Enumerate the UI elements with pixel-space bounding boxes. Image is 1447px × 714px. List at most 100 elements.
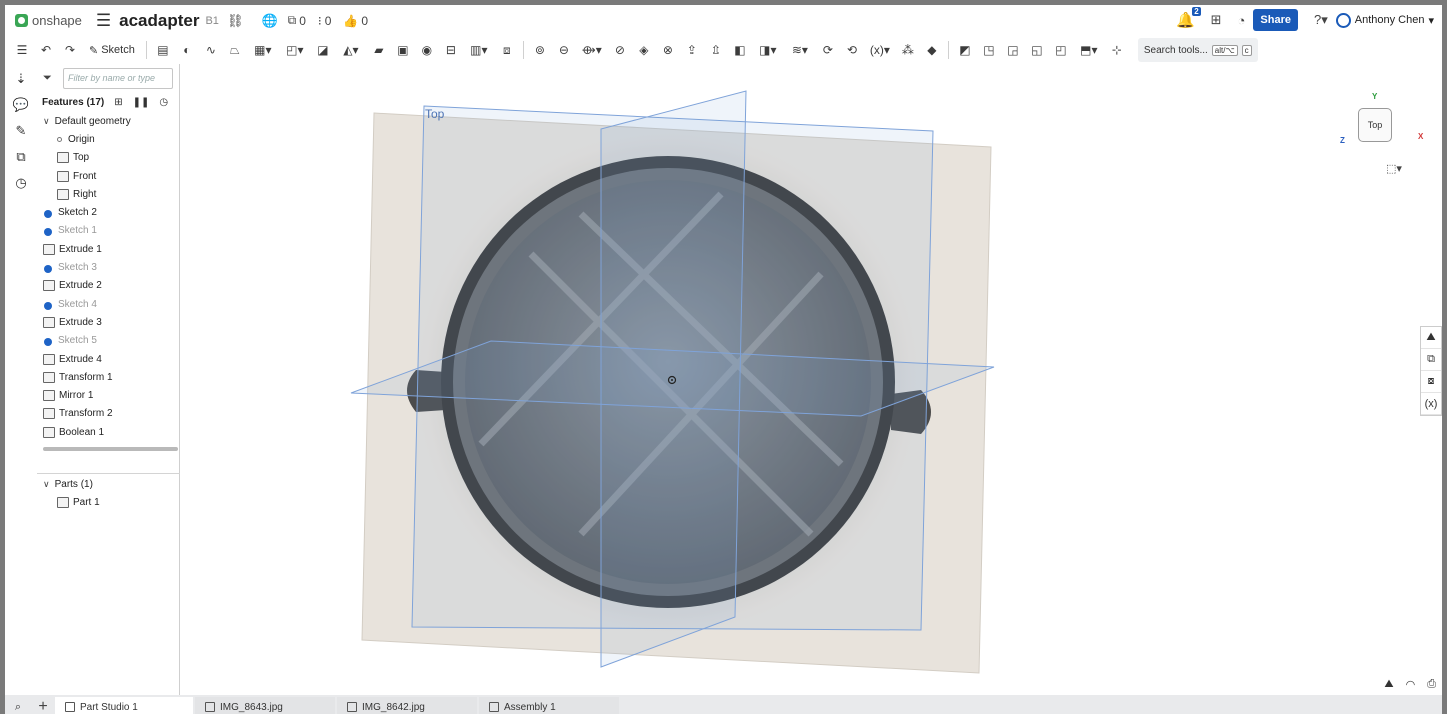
user-menu[interactable]: Anthony Chen ▾: [1335, 12, 1434, 28]
print-icon[interactable]: ⎙: [1427, 678, 1436, 691]
variable-icon[interactable]: (x)▾: [865, 39, 895, 61]
boolean-icon[interactable]: ⊚: [529, 39, 551, 61]
help-icon[interactable]: ?▾: [1314, 12, 1328, 28]
bend-icon[interactable]: ◰: [1050, 39, 1072, 61]
filter-input[interactable]: Filter by name or type: [63, 68, 173, 89]
add-folder-icon[interactable]: ⊞: [114, 97, 122, 108]
appearance-icon[interactable]: ◆: [921, 39, 943, 61]
rollback-bar[interactable]: [43, 447, 178, 451]
display-states-icon[interactable]: ⧇: [1421, 371, 1441, 393]
sheet-metal-icon[interactable]: ◩: [954, 39, 976, 61]
default-geometry-group[interactable]: ∨ Default geometry: [37, 112, 180, 130]
loft-icon[interactable]: ⏢: [224, 39, 246, 61]
view-tools-icon[interactable]: ⛰: [1384, 678, 1393, 691]
plane-icon[interactable]: ◧: [729, 39, 751, 61]
revolve-icon[interactable]: ◐: [176, 39, 198, 61]
feature-item[interactable]: Sketch 3: [37, 258, 180, 276]
flange-icon[interactable]: ◳: [978, 39, 1000, 61]
geometry-item[interactable]: Top: [37, 149, 180, 167]
geometry-item[interactable]: Origin: [37, 130, 180, 148]
menu-icon[interactable]: ☰: [96, 11, 111, 31]
part-item[interactable]: Part 1: [37, 493, 180, 511]
add-tab-icon[interactable]: +: [31, 698, 55, 714]
zoom-fit-icon[interactable]: ◠: [1406, 678, 1416, 691]
graphics-viewport[interactable]: Top Y X Z Top ⬚▾ ⛰ ⧉ ⧇ (x) ⛰ ◠ ⎙: [181, 64, 1442, 695]
pattern-icon[interactable]: ▥▾: [464, 39, 494, 61]
replace-face-icon[interactable]: ⇫: [705, 39, 727, 61]
feature-item[interactable]: Extrude 1: [37, 240, 180, 258]
add-custom-feature-icon[interactable]: ⊹: [1106, 39, 1128, 61]
feature-item[interactable]: Boolean 1: [37, 423, 180, 441]
measure-icon[interactable]: ⁂: [897, 39, 919, 61]
insert-feature-icon[interactable]: ⇣: [12, 70, 30, 88]
tab-3[interactable]: Assembly 1: [479, 697, 619, 714]
notifications-bell-icon[interactable]: 🔔 2: [1176, 7, 1201, 29]
wrap-icon[interactable]: ⟲: [841, 39, 863, 61]
surface-icon[interactable]: ≋▾: [785, 39, 815, 61]
thicken-icon[interactable]: ▦▾: [248, 39, 278, 61]
corner-icon[interactable]: ◱: [1026, 39, 1048, 61]
delete-face-icon[interactable]: ⊗: [657, 39, 679, 61]
view-cube[interactable]: Y X Z Top ⬚▾: [1324, 74, 1434, 184]
parts-group[interactable]: ∨ Parts (1): [37, 475, 180, 493]
feature-item[interactable]: Extrude 2: [37, 277, 180, 295]
helix-icon[interactable]: ⟳: [817, 39, 839, 61]
feature-item[interactable]: Sketch 5: [37, 332, 180, 350]
configurations-icon[interactable]: (x): [1421, 393, 1441, 415]
share-button[interactable]: Share: [1253, 9, 1298, 31]
hole-icon[interactable]: ◉: [416, 39, 438, 61]
undo-icon[interactable]: ↶: [35, 39, 57, 61]
tab-0[interactable]: Part Studio 1: [55, 697, 193, 714]
document-title[interactable]: acadapter: [119, 11, 199, 31]
tab-manager-icon[interactable]: ⌕: [5, 701, 31, 714]
mate-connector-icon[interactable]: ◨▾: [753, 39, 783, 61]
render-icon[interactable]: ⛰: [1421, 327, 1441, 349]
feature-item[interactable]: Extrude 4: [37, 350, 180, 368]
public-globe-icon[interactable]: 🌐: [261, 13, 277, 29]
search-tools-button[interactable]: Search tools... alt/⌥ c: [1137, 38, 1258, 62]
view-cube-face[interactable]: Top: [1358, 108, 1392, 142]
fillet-icon[interactable]: ◰▾: [280, 39, 310, 61]
chamfer-icon[interactable]: ◪: [312, 39, 334, 61]
feature-item[interactable]: Transform 1: [37, 368, 180, 386]
draft-icon[interactable]: ◭▾: [336, 39, 366, 61]
sweep-icon[interactable]: ∿: [200, 39, 222, 61]
rib-icon[interactable]: ▰: [368, 39, 390, 61]
split-icon[interactable]: ⊖: [553, 39, 575, 61]
tab-1[interactable]: IMG_8643.jpg: [195, 697, 335, 714]
redo-icon[interactable]: ↷: [59, 39, 81, 61]
likes-count[interactable]: 👍 0: [343, 13, 368, 28]
history-icon[interactable]: ◷: [12, 174, 30, 192]
feature-item[interactable]: Transform 2: [37, 405, 180, 423]
learning-center-icon[interactable]: ◔: [1238, 13, 1246, 28]
feature-item[interactable]: Sketch 4: [37, 295, 180, 313]
geometry-item[interactable]: Front: [37, 167, 180, 185]
move-face-icon[interactable]: ⇪: [681, 39, 703, 61]
feature-item[interactable]: Sketch 2: [37, 203, 180, 221]
parts-icon[interactable]: ⧉: [12, 148, 30, 166]
delete-part-icon[interactable]: ⊘: [609, 39, 631, 61]
section-view-icon[interactable]: ⧉: [1421, 349, 1441, 371]
app-store-icon[interactable]: ⊞: [1211, 12, 1222, 28]
notes-icon[interactable]: ✎: [12, 122, 30, 140]
modify-fillet-icon[interactable]: ◈: [633, 39, 655, 61]
tab-2[interactable]: IMG_8642.jpg: [337, 697, 477, 714]
branches-count[interactable]: ⁝ 0: [318, 13, 332, 28]
link-icon[interactable]: ⛓: [227, 13, 244, 29]
geometry-item[interactable]: Right: [37, 185, 180, 203]
transform-icon[interactable]: ⟴▾: [577, 39, 607, 61]
sketch-button[interactable]: ✎ Sketch: [83, 39, 141, 61]
tab-icon[interactable]: ◲: [1002, 39, 1024, 61]
shell-icon[interactable]: ▣: [392, 39, 414, 61]
feature-list-toggle-icon[interactable]: ☰: [11, 39, 33, 61]
pause-icon[interactable]: ❚❚: [133, 97, 150, 108]
versions-count[interactable]: ⧉ 0: [288, 13, 306, 28]
extrude-icon[interactable]: ▤: [152, 39, 174, 61]
feature-item[interactable]: Extrude 3: [37, 313, 180, 331]
feature-item[interactable]: Mirror 1: [37, 386, 180, 404]
onshape-logo[interactable]: onshape: [15, 13, 82, 28]
thread-icon[interactable]: ⊟: [440, 39, 462, 61]
comments-icon[interactable]: 💬: [12, 96, 30, 114]
view-options-icon[interactable]: ⬚▾: [1386, 162, 1402, 175]
feature-item[interactable]: Sketch 1: [37, 222, 180, 240]
